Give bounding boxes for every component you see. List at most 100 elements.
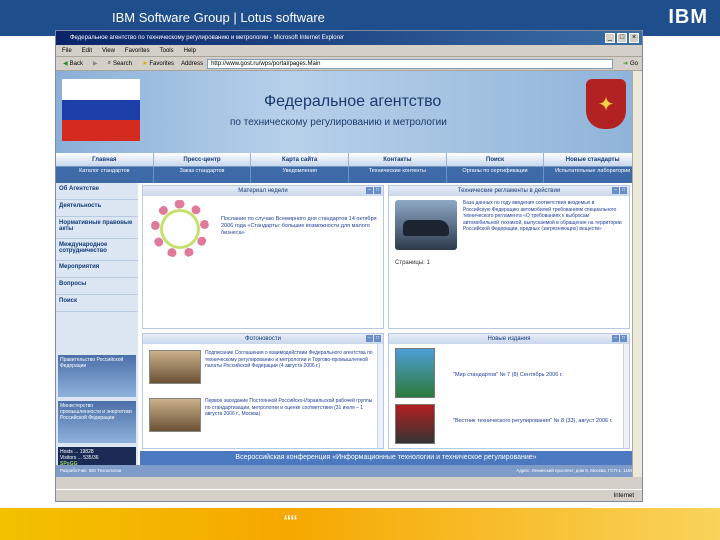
forward-button[interactable]: ▶ xyxy=(90,58,101,69)
regulations-link[interactable]: База данных по году введения соответстви… xyxy=(463,200,623,233)
magazine-cover-image xyxy=(395,348,435,398)
subnav-certification-bodies[interactable]: Органы по сертификации xyxy=(447,167,545,183)
panel-header: Технические регламенты в действии – □ xyxy=(389,186,629,196)
menu-view[interactable]: View xyxy=(102,45,115,56)
panel-photo-news: Фотоновости – □ Подписание Соглашения о вз… xyxy=(142,333,384,449)
photo-news-link-1[interactable]: Подписание Соглашения о взаимодействии Ф… xyxy=(205,350,373,370)
subnav-notifications[interactable]: Уведомления xyxy=(251,167,350,183)
maximize-icon[interactable]: □ xyxy=(617,33,627,43)
menu-bar: File Edit View Favorites Tools Help xyxy=(56,45,642,57)
toolbar: ◀ Back ▶ ⌕ Search ★ Favorites Address http:… xyxy=(56,57,642,71)
menu-edit[interactable]: Edit xyxy=(82,45,92,56)
quote-mark-decoration: ““ xyxy=(284,512,298,534)
nav-home[interactable]: Главная xyxy=(56,153,154,166)
minimize-icon[interactable]: – xyxy=(612,335,619,342)
sidebar-item-questions[interactable]: Вопросы xyxy=(56,278,138,295)
slide-title: IBM Software Group | Lotus software xyxy=(112,10,325,25)
go-label: Go xyxy=(629,60,638,67)
favorites-label: Favorites xyxy=(149,60,175,67)
go-button[interactable]: ➜ Go xyxy=(619,58,642,69)
government-banner-label: Правительство Российской Федерации xyxy=(60,357,124,369)
slide: IBM Software Group | Lotus software IBM … xyxy=(0,0,720,540)
sidebar-item-activity[interactable]: Деятельность xyxy=(56,200,138,217)
photo-meeting-image xyxy=(149,398,201,432)
russian-flag-image xyxy=(62,79,140,141)
sidebar-item-international[interactable]: Международное сотрудничество xyxy=(56,239,138,261)
publication-link-1[interactable]: "Мир стандартов" № 7 (8) Сентябрь 2006 г… xyxy=(453,372,613,379)
internet-zone-label: Internet xyxy=(613,493,634,499)
footer-developer: Разработчик: IBS Технологии xyxy=(60,468,122,473)
site-footer: Разработчик: IBS Технологии Адрес: Ленин… xyxy=(56,465,642,477)
site-subtitle: по техническому регулированию и метролог… xyxy=(230,117,447,128)
forward-arrow-icon: ▶ xyxy=(92,61,98,67)
photo-signing-image xyxy=(149,350,201,384)
panel-header: Новые издания – □ xyxy=(389,334,629,344)
close-icon[interactable]: □ xyxy=(620,335,627,342)
panel-title: Технические регламенты в действии xyxy=(457,188,561,194)
window-titlebar: Федеральное агентство по техническому ре… xyxy=(56,31,642,45)
close-icon[interactable]: □ xyxy=(620,187,627,194)
sidebar-item-legal-acts[interactable]: Нормативные правовые акты xyxy=(56,217,138,239)
bulletin-cover-image xyxy=(395,404,435,444)
panel-technical-regulations: Технические регламенты в действии – □ База… xyxy=(388,185,630,329)
panel-scrollbar[interactable] xyxy=(623,344,629,448)
ministry-banner-label: Министерство промышленности и энергетики… xyxy=(60,403,132,421)
footer-address: Адрес: Ленинский проспект, дом 9, Москва… xyxy=(516,468,638,473)
close-icon[interactable]: × xyxy=(629,33,639,43)
sidebar-item-about[interactable]: Об Агентстве xyxy=(56,183,138,200)
back-button[interactable]: ◀ Back xyxy=(60,58,86,69)
site-header: Федеральное агентство по техническому ре… xyxy=(56,71,642,153)
back-label: Back xyxy=(69,60,83,67)
close-icon[interactable]: □ xyxy=(374,335,381,342)
go-arrow-icon: ➜ xyxy=(622,61,628,67)
nav-site-map[interactable]: Карта сайта xyxy=(251,153,350,166)
ministry-banner[interactable]: Министерство промышленности и энергетики… xyxy=(58,401,136,443)
photo-news-link-2[interactable]: Первое заседание Постоянной Российско-Из… xyxy=(205,398,373,418)
subnav-order[interactable]: Заказ стандартов xyxy=(154,167,252,183)
conference-banner[interactable]: Всероссийская конференция «Информационны… xyxy=(140,451,632,465)
browser-window: Федеральное агентство по техническому ре… xyxy=(55,30,643,502)
government-banner[interactable]: Правительство Российской Федерации xyxy=(58,355,136,397)
week-material-link[interactable]: Послание по случаю Всемирного дня станда… xyxy=(221,216,379,237)
nav-press-center[interactable]: Пресс-центр xyxy=(154,153,252,166)
star-icon: ★ xyxy=(141,61,148,67)
sidebar-item-events[interactable]: Мероприятия xyxy=(56,261,138,278)
back-arrow-icon: ◀ xyxy=(63,61,68,67)
sidebar-item-search[interactable]: Поиск xyxy=(56,295,138,312)
nav-new-standards[interactable]: Новые стандарты xyxy=(544,153,642,166)
address-input[interactable]: http://www.gost.ru/wps/portal/pages.Main xyxy=(207,58,613,69)
nav-search[interactable]: Поиск xyxy=(447,153,545,166)
panel-scrollbar[interactable] xyxy=(377,344,383,448)
menu-help[interactable]: Help xyxy=(184,45,196,56)
car-image xyxy=(395,200,457,250)
window-title: Федеральное агентство по техническому ре… xyxy=(70,35,344,41)
minimize-icon[interactable]: – xyxy=(366,187,373,194)
menu-favorites[interactable]: Favorites xyxy=(125,45,150,56)
page-scrollbar[interactable] xyxy=(632,71,642,477)
panel-week-material: Материал недели – □ Послание по случаю Все… xyxy=(142,185,384,329)
main-nav: Главная Пресс-центр Карта сайта Контакты… xyxy=(56,153,642,167)
search-button[interactable]: ⌕ Search xyxy=(105,58,135,69)
menu-file[interactable]: File xyxy=(62,45,72,56)
minimize-icon[interactable]: – xyxy=(366,335,373,342)
panel-title: Материал недели xyxy=(238,188,288,194)
minimize-icon[interactable]: – xyxy=(612,187,619,194)
panel-title: Новые издания xyxy=(487,336,531,342)
close-icon[interactable]: □ xyxy=(374,187,381,194)
subnav-test-labs[interactable]: Испытательные лаборатории xyxy=(544,167,642,183)
panel-header: Фотоновости – □ xyxy=(143,334,383,344)
publication-link-2[interactable]: "Вестник технического регулирования" № 8… xyxy=(453,418,613,425)
menu-tools[interactable]: Tools xyxy=(160,45,174,56)
favorites-button[interactable]: ★ Favorites xyxy=(139,58,177,69)
minimize-icon[interactable]: _ xyxy=(605,33,615,43)
search-icon: ⌕ xyxy=(107,60,111,66)
subnav-technical-contents[interactable]: Технические контенты xyxy=(349,167,447,183)
slide-footer-band: ““ xyxy=(0,508,720,540)
nav-contacts[interactable]: Контакты xyxy=(349,153,447,166)
coat-of-arms-icon: ✦ xyxy=(586,79,626,129)
address-label: Address xyxy=(181,60,204,67)
subnav-catalog[interactable]: Каталог стандартов xyxy=(56,167,154,183)
site-title: Федеральное агентство xyxy=(264,93,442,110)
status-bar: Internet xyxy=(56,489,642,501)
search-label: Search xyxy=(112,60,132,67)
